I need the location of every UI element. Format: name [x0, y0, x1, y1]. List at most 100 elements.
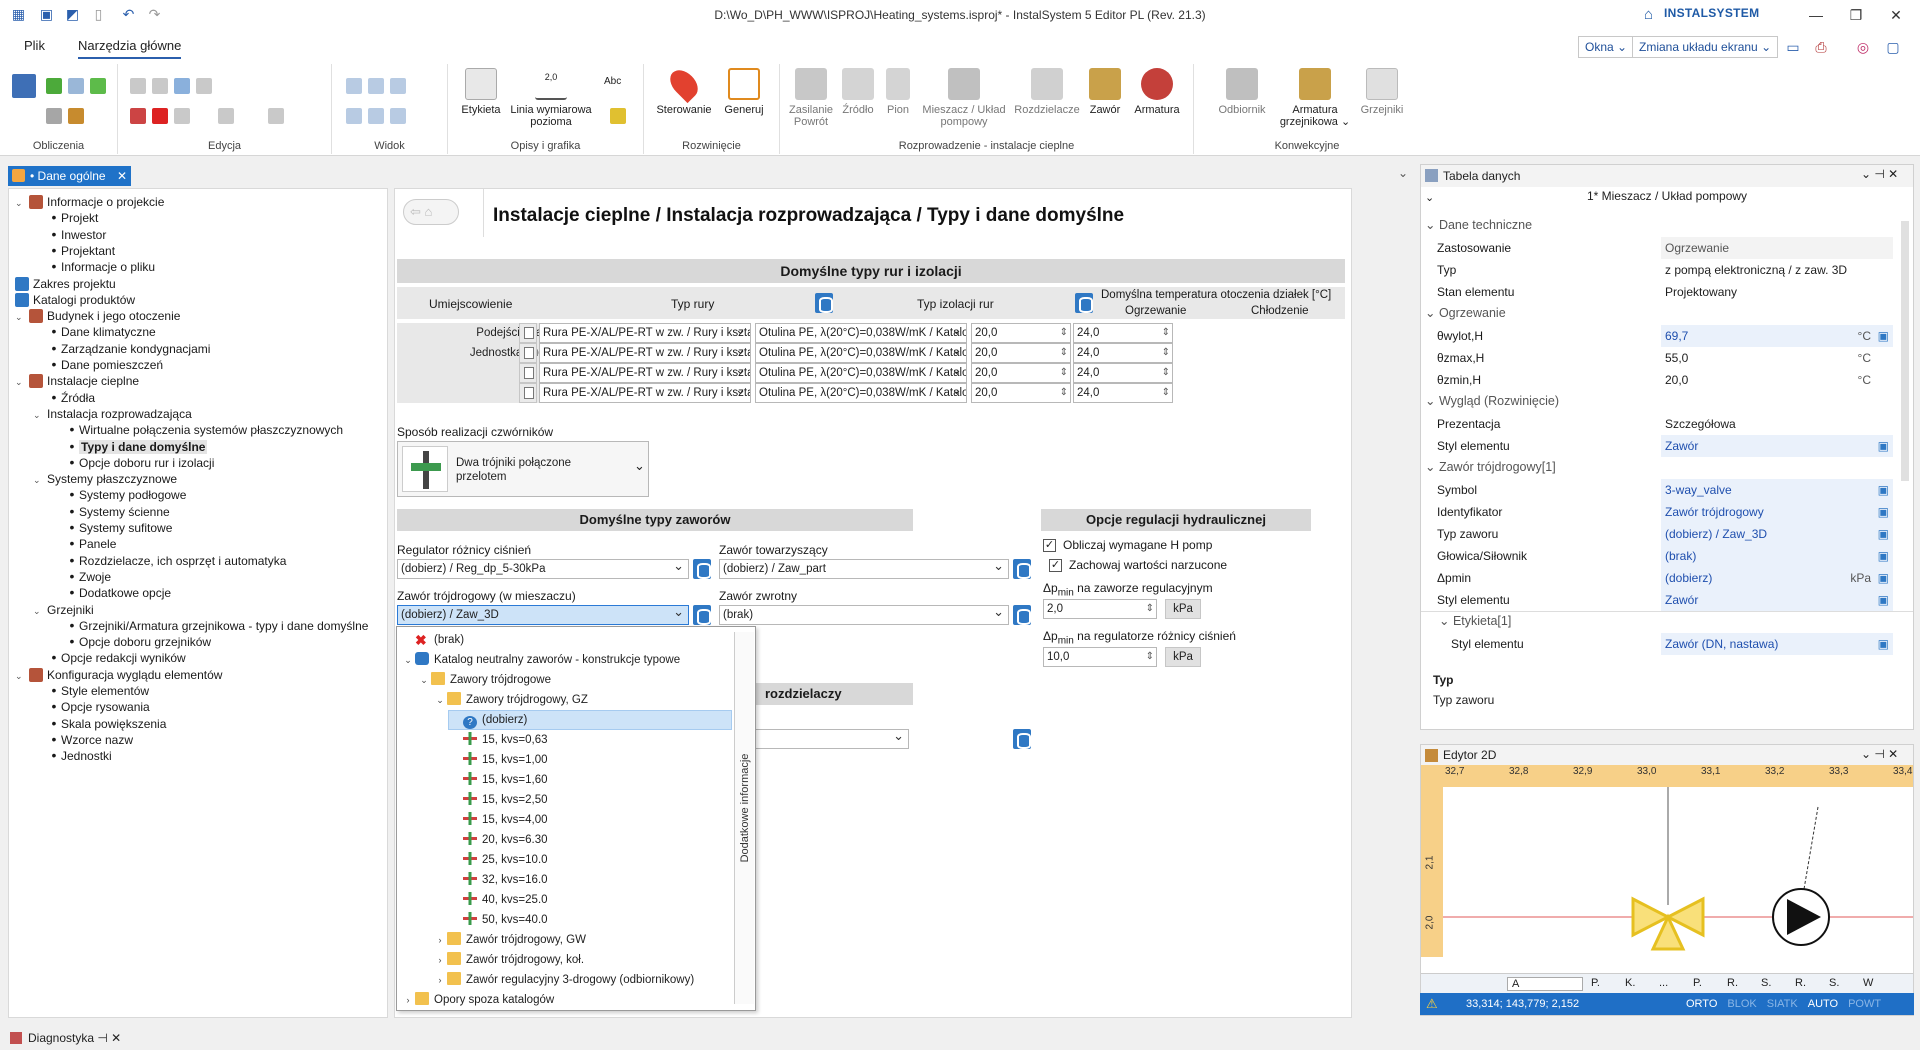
- chevron-down-icon[interactable]: ⌄: [33, 471, 47, 489]
- drawing-canvas[interactable]: [1443, 787, 1913, 957]
- tree-item[interactable]: • Projektant: [47, 242, 115, 260]
- property-row[interactable]: Zastosowanie Ogrzewanie: [1421, 237, 1897, 259]
- dropdown-item[interactable]: 20, kvs=6.30: [449, 831, 731, 849]
- property-row[interactable]: Typ zaworu (dobierz) / Zaw_3D ▣: [1421, 523, 1897, 545]
- heating-temp-input[interactable]: 20,0: [971, 363, 1071, 383]
- cooling-temp-input[interactable]: 24,0: [1073, 363, 1173, 383]
- editor-toolbar-item[interactable]: S.: [1761, 977, 1771, 989]
- status-mode[interactable]: ORTO: [1686, 998, 1717, 1010]
- zoom-out-icon[interactable]: [368, 78, 384, 94]
- editor-toolbar-item[interactable]: K.: [1625, 977, 1635, 989]
- delete-icon[interactable]: [152, 108, 168, 124]
- chevron-right-icon[interactable]: ›: [433, 971, 447, 989]
- tree-item[interactable]: ⌄ Grzejniki: [33, 601, 94, 619]
- pipe-catalog-button[interactable]: [815, 293, 833, 313]
- calc-table-icon[interactable]: [12, 74, 36, 98]
- copy-row-icon[interactable]: [519, 363, 537, 383]
- tree-item[interactable]: • Rozdzielacze, ich osprzęt i automatyka: [65, 552, 287, 570]
- editor-toolbar-item[interactable]: W: [1863, 977, 1873, 989]
- property-row[interactable]: Stan elementu Projektowany: [1421, 281, 1897, 303]
- layout-change-button[interactable]: Zmiana układu ekranu ⌄: [1632, 36, 1779, 58]
- radiators-button[interactable]: Grzejniki: [1354, 68, 1410, 116]
- cooling-temp-input[interactable]: 24,0: [1073, 323, 1173, 343]
- editor-toolbar-item[interactable]: A: [1507, 977, 1583, 991]
- fittings-button[interactable]: Armatura: [1128, 68, 1186, 116]
- status-mode[interactable]: BLOK: [1727, 998, 1756, 1010]
- mixer-button[interactable]: Mieszacz / Układ pompowy: [916, 68, 1012, 128]
- pipe-type-select[interactable]: Rura PE-X/AL/PE-RT w zw. / Rury i kształ…: [539, 323, 751, 343]
- tree-item[interactable]: • Inwestor: [47, 226, 107, 244]
- close-tab-icon[interactable]: ✕: [117, 169, 127, 183]
- chevron-down-icon[interactable]: ⌄: [401, 651, 415, 669]
- control-button[interactable]: Sterowanie: [652, 64, 716, 116]
- report2-icon[interactable]: [68, 108, 84, 124]
- property-row[interactable]: Styl elementu Zawór (DN, nastawa) ▣: [1421, 633, 1897, 655]
- property-category[interactable]: Dane techniczne: [1425, 215, 1532, 235]
- heating-temp-input[interactable]: 20,0: [971, 383, 1071, 403]
- tree-item[interactable]: • Dane pomieszczeń: [47, 356, 164, 374]
- cooling-temp-input[interactable]: 24,0: [1073, 343, 1173, 363]
- property-value[interactable]: Zawór (DN, nastawa) ▣: [1661, 633, 1893, 655]
- chevron-down-icon[interactable]: ⌄: [15, 373, 29, 391]
- label-button[interactable]: Etykieta: [458, 68, 504, 116]
- dropdown-item[interactable]: › Zawór trójdrogowy, koł.: [433, 951, 731, 969]
- dropdown-item[interactable]: 25, kvs=10.0: [449, 851, 731, 869]
- tree-item[interactable]: • Typy i dane domyślne: [65, 438, 208, 456]
- dropdown-item[interactable]: ⌄ Katalog neutralny zaworów - konstrukcje…: [401, 651, 731, 669]
- dropdown-item[interactable]: ⌄ Zawory trójdrogowy, GZ: [433, 691, 731, 709]
- help-icon[interactable]: ▢: [1882, 36, 1904, 58]
- tree-item[interactable]: • Systemy sufitowe: [65, 519, 173, 537]
- quad-select[interactable]: Dwa trójniki połączone przelotem ⌄: [397, 441, 649, 497]
- property-value[interactable]: (dobierz) / Zaw_3D ▣: [1661, 523, 1893, 545]
- property-row[interactable]: Identyfikator Zawór trójdrogowy ▣: [1421, 501, 1897, 523]
- windows-menu-button[interactable]: Okna ⌄: [1578, 36, 1635, 58]
- pump-head-checkbox[interactable]: ✓: [1043, 539, 1056, 552]
- align-icon[interactable]: [218, 108, 234, 124]
- edit-icon[interactable]: ▣: [1878, 501, 1889, 523]
- chevron-down-icon[interactable]: ⌄: [15, 194, 29, 212]
- property-value[interactable]: Projektowany: [1661, 281, 1893, 303]
- tree-item[interactable]: Katalogi produktów: [15, 291, 135, 309]
- generate-button[interactable]: Generuj: [716, 68, 772, 116]
- property-value[interactable]: 69,7 °C ▣: [1661, 325, 1893, 347]
- editor-toolbar-item[interactable]: P.: [1591, 977, 1600, 989]
- tree-item[interactable]: • Grzejniki/Armatura grzejnikowa - typy i…: [65, 617, 369, 635]
- heating-temp-input[interactable]: 20,0: [971, 323, 1071, 343]
- editor-toolbar-item[interactable]: S.: [1829, 977, 1839, 989]
- valve-button[interactable]: Zawór: [1082, 68, 1128, 116]
- zoom-in-icon[interactable]: [346, 78, 362, 94]
- copy-row-icon[interactable]: [519, 383, 537, 403]
- scrollbar[interactable]: [1901, 221, 1909, 481]
- chevron-down-icon[interactable]: ⌄: [15, 308, 29, 326]
- property-row[interactable]: Δpmin (dobierz) kPa ▣: [1421, 567, 1897, 589]
- keep-values-checkbox[interactable]: ✓: [1049, 559, 1062, 572]
- return-valve-select[interactable]: (brak): [719, 605, 1009, 625]
- heating-temp-input[interactable]: 20,0: [971, 343, 1071, 363]
- tree-item[interactable]: • Źródła: [47, 389, 95, 407]
- abc-button[interactable]: Abc: [604, 76, 621, 87]
- tree-item[interactable]: • Style elementów: [47, 682, 150, 700]
- property-row[interactable]: Prezentacja Szczegółowa: [1421, 413, 1897, 435]
- tree-item[interactable]: • Dodatkowe opcje: [65, 584, 172, 602]
- dropdown-item[interactable]: 50, kvs=40.0: [449, 911, 731, 929]
- companion-catalog-button[interactable]: [1013, 559, 1031, 579]
- chevron-right-icon[interactable]: ›: [401, 991, 415, 1009]
- property-value[interactable]: Zawór ▣: [1661, 589, 1893, 611]
- screen-icon[interactable]: ▭: [1782, 36, 1804, 58]
- three-way-select[interactable]: (dobierz) / Zaw_3D: [397, 605, 689, 625]
- property-row[interactable]: θzmax,H 55,0 °C: [1421, 347, 1897, 369]
- property-value[interactable]: (brak) ▣: [1661, 545, 1893, 567]
- dropdown-item[interactable]: 15, kvs=4,00: [449, 811, 731, 829]
- dropdown-item[interactable]: › Zawór trójdrogowy, GW: [433, 931, 731, 949]
- zoom-all-icon[interactable]: [346, 108, 362, 124]
- tab-narzedzia-glowne[interactable]: Narzędzia główne: [78, 38, 182, 59]
- minimize-button[interactable]: —: [1796, 4, 1836, 26]
- edit-icon[interactable]: ▣: [1878, 479, 1889, 501]
- property-row[interactable]: Głowica/Siłownik (brak) ▣: [1421, 545, 1897, 567]
- settings-icon[interactable]: ◎: [1852, 36, 1874, 58]
- tree-item[interactable]: ⌄ Instalacja rozprowadzająca: [33, 405, 192, 423]
- panel-menu-icon[interactable]: ⌄ ⊣ ✕: [1861, 167, 1898, 181]
- tree-item[interactable]: ⌄ Budynek i jego otoczenie: [15, 307, 180, 325]
- tree-item[interactable]: • Zarządzanie kondygnacjami: [47, 340, 211, 358]
- tree-item[interactable]: • Systemy ścienne: [65, 503, 170, 521]
